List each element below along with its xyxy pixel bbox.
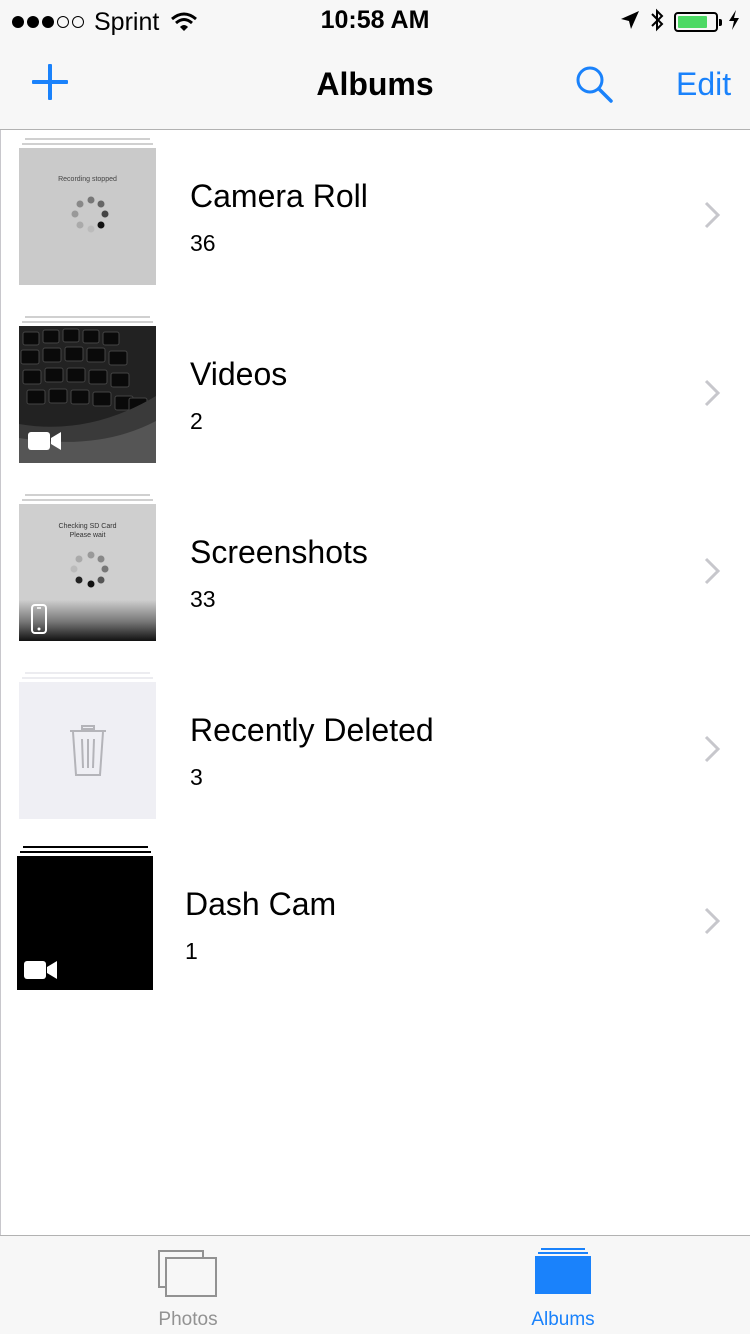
chevron-right-icon (704, 379, 721, 407)
video-camera-icon (28, 432, 61, 450)
album-row-dash-cam[interactable]: Dash Cam 1 (0, 840, 750, 1000)
tab-albums[interactable]: Albums (463, 1236, 663, 1335)
status-right (620, 8, 740, 36)
battery-fill (678, 16, 707, 28)
thumbnail-image: Checking SD Card Please wait (19, 504, 156, 641)
album-count: 3 (190, 764, 203, 790)
stack-edge (25, 316, 150, 318)
album-count: 2 (190, 408, 203, 434)
album-thumbnail (19, 672, 156, 819)
video-camera-icon (24, 961, 57, 979)
thumbnail-image (17, 856, 153, 990)
thumbnail-image: Recording stopped (19, 148, 156, 285)
album-count: 1 (185, 938, 198, 964)
albums-tab-icon (535, 1248, 591, 1294)
album-name: Screenshots (190, 534, 368, 570)
edit-button[interactable]: Edit (676, 66, 731, 103)
album-thumbnail (17, 846, 154, 993)
trash-icon (70, 725, 106, 776)
album-count: 33 (190, 586, 216, 612)
album-thumbnail: Checking SD Card Please wait (19, 494, 156, 641)
photos-tab-icon (158, 1250, 217, 1297)
charging-bolt-icon (728, 9, 740, 35)
album-thumbnail: Recording stopped (19, 138, 156, 285)
album-name: Dash Cam (185, 886, 337, 922)
album-name: Videos (190, 356, 288, 392)
battery-nub (719, 19, 722, 26)
stack-edge (22, 143, 153, 145)
location-arrow-icon (620, 10, 640, 35)
chevron-right-icon (704, 201, 721, 229)
search-button[interactable] (574, 64, 614, 104)
stack-edge (22, 677, 153, 679)
search-icon (576, 66, 613, 103)
navigation-bar: Albums Edit (0, 44, 750, 130)
album-thumbnail (19, 316, 156, 463)
battery-icon (674, 12, 722, 32)
thumbnail-image (19, 682, 156, 819)
album-name: Recently Deleted (190, 712, 434, 748)
page-title: Albums (316, 66, 434, 102)
chevron-right-icon (704, 907, 721, 935)
loading-spinner-icon (71, 196, 109, 233)
tab-bar: Photos Albums (0, 1235, 750, 1334)
stack-edge (25, 672, 150, 674)
stack-edge (25, 138, 150, 140)
stack-edge (20, 851, 151, 853)
tab-photos[interactable]: Photos (88, 1236, 288, 1335)
album-row-camera-roll[interactable]: Recording stopped Camera Roll 36 (0, 130, 750, 290)
stack-edge (22, 321, 153, 323)
stack-edge (22, 499, 153, 501)
tab-label: Albums (531, 1309, 595, 1330)
tab-label: Photos (158, 1309, 218, 1330)
stack-edge (23, 846, 148, 848)
album-row-screenshots[interactable]: Checking SD Card Please wait Screenshots… (0, 486, 750, 646)
thumbnail-image (19, 326, 156, 463)
phone-icon (31, 604, 47, 634)
album-row-videos[interactable]: Videos 2 (0, 308, 750, 468)
stack-edge (25, 494, 150, 496)
album-name: Camera Roll (190, 178, 368, 214)
album-count: 36 (190, 230, 216, 256)
chevron-right-icon (704, 735, 721, 763)
bluetooth-icon (650, 7, 664, 38)
chevron-right-icon (704, 557, 721, 585)
status-bar: Sprint 10:58 AM (0, 0, 750, 44)
album-row-recently-deleted[interactable]: Recently Deleted 3 (0, 664, 750, 824)
